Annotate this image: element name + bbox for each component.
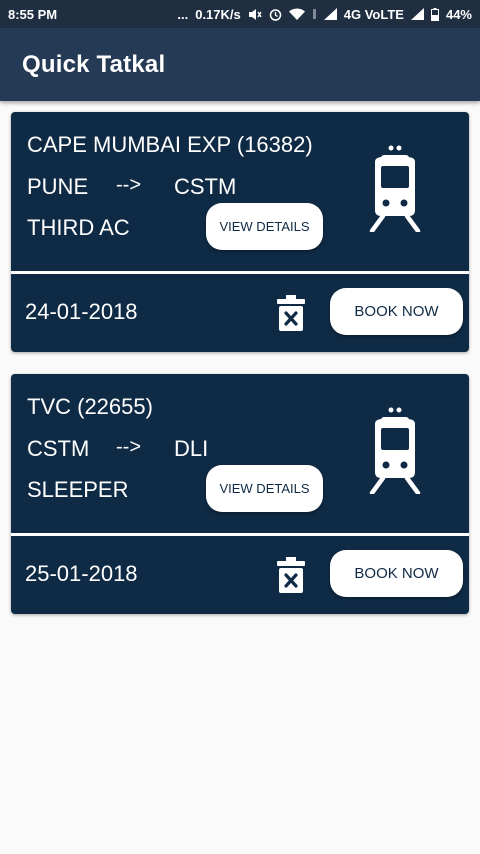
view-details-button[interactable]: VIEW DETAILS (206, 465, 323, 512)
route-arrow: --> (116, 436, 141, 458)
train-icon (365, 144, 425, 237)
battery-icon (430, 7, 439, 21)
travel-class: SLEEPER (27, 477, 129, 502)
card-divider (11, 533, 469, 536)
train-name: CAPE MUMBAI EXP (16382) (27, 132, 313, 157)
journey-date: 25-01-2018 (25, 561, 138, 586)
app-bar: Quick Tatkal (0, 28, 480, 101)
route-arrow: --> (116, 174, 141, 196)
mute-icon (248, 8, 262, 21)
wifi-icon (288, 8, 305, 20)
network-type: 4G VoLTE (343, 6, 404, 22)
card-divider (11, 271, 469, 274)
train-name: TVC (22655) (27, 394, 153, 419)
signal-icon-2 (410, 8, 424, 20)
travel-class: THIRD AC (27, 215, 130, 240)
to-station: DLI (174, 436, 209, 461)
from-station: PUNE (27, 174, 89, 199)
status-bar: 8:55 PM ... 0.17K/s 4G VoLTE 44% (0, 0, 480, 28)
alarm-icon (269, 8, 282, 21)
book-now-button[interactable]: BOOK NOW (330, 550, 463, 597)
status-icons: ... 0.17K/s 4G VoLTE 44% (177, 7, 472, 22)
from-station: CSTM (27, 436, 90, 461)
to-station: CSTM (174, 174, 237, 199)
battery-level: 44% (445, 6, 472, 22)
book-now-button[interactable]: BOOK NOW (330, 288, 463, 335)
booking-card: TVC (22655) CSTM --> DLI SLEEPER VIEW DE… (11, 374, 469, 614)
booking-card: CAPE MUMBAI EXP (16382) PUNE --> CSTM TH… (11, 112, 469, 352)
sim-icon (312, 8, 317, 20)
delete-icon[interactable] (275, 555, 307, 600)
network-speed: 0.17K/s (195, 6, 241, 22)
train-icon (365, 406, 425, 499)
app-title: Quick Tatkal (22, 50, 166, 78)
signal-icon (323, 8, 337, 20)
delete-icon[interactable] (275, 293, 307, 338)
status-time: 8:55 PM (8, 6, 58, 22)
view-details-button[interactable]: VIEW DETAILS (206, 203, 323, 250)
journey-date: 24-01-2018 (25, 299, 138, 324)
status-dots: ... (177, 6, 189, 22)
